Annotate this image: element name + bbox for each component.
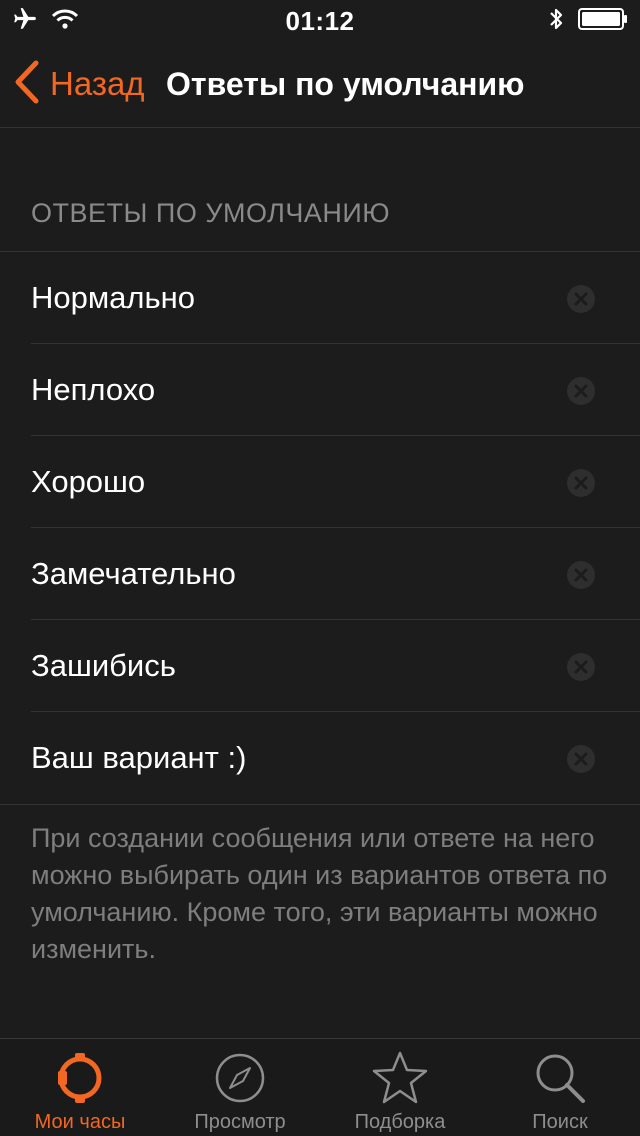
tab-featured[interactable]: Подборка <box>320 1039 480 1136</box>
tab-bar: Мои часы Просмотр Подборка Поиск <box>0 1038 640 1136</box>
clear-icon[interactable] <box>566 560 596 590</box>
search-icon <box>533 1049 587 1107</box>
reply-label[interactable]: Хорошо <box>31 464 145 500</box>
reply-row-3[interactable]: Хорошо <box>0 436 640 528</box>
footer-description: При создании сообщения или ответе на нег… <box>31 823 608 964</box>
status-right <box>548 6 628 37</box>
clear-icon[interactable] <box>566 652 596 682</box>
tab-my-watch[interactable]: Мои часы <box>0 1039 160 1136</box>
screen: 01:12 Назад Ответы по умолчанию ОТВЕТЫ П <box>0 0 640 1136</box>
tab-search[interactable]: Поиск <box>480 1039 640 1136</box>
watch-icon <box>53 1049 107 1107</box>
reply-row-6[interactable]: Ваш вариант :) <box>0 712 640 804</box>
reply-label[interactable]: Зашибись <box>31 648 176 684</box>
reply-row-5[interactable]: Зашибись <box>0 620 640 712</box>
back-label: Назад <box>50 65 145 102</box>
compass-icon <box>213 1049 267 1107</box>
clear-icon[interactable] <box>566 744 596 774</box>
back-button[interactable]: Назад <box>14 58 145 110</box>
tab-label: Подборка <box>354 1111 446 1133</box>
tab-label: Просмотр <box>194 1111 286 1133</box>
reply-label[interactable]: Нормально <box>31 280 195 316</box>
clear-icon[interactable] <box>566 468 596 498</box>
reply-row-2[interactable]: Неплохо <box>0 344 640 436</box>
replies-list: Нормально Неплохо Хорошо Замечательно За… <box>0 251 640 805</box>
chevron-left-icon <box>14 60 40 109</box>
reply-row-1[interactable]: Нормально <box>0 252 640 344</box>
tab-label: Поиск <box>532 1111 588 1133</box>
clear-icon[interactable] <box>566 284 596 314</box>
section-header: ОТВЕТЫ ПО УМОЛЧАНИЮ <box>31 198 391 228</box>
page-title: Ответы по умолчанию <box>166 66 525 102</box>
battery-icon <box>578 8 628 35</box>
reply-label[interactable]: Ваш вариант :) <box>31 740 246 776</box>
reply-label[interactable]: Замечательно <box>31 556 236 592</box>
star-icon <box>371 1049 429 1107</box>
reply-label[interactable]: Неплохо <box>31 372 155 408</box>
tab-label: Мои часы <box>34 1111 126 1133</box>
tab-browse[interactable]: Просмотр <box>160 1039 320 1136</box>
status-time: 01:12 <box>285 6 355 36</box>
reply-row-4[interactable]: Замечательно <box>0 528 640 620</box>
bluetooth-icon <box>548 6 564 37</box>
navigation-bar: Назад Ответы по умолчанию <box>0 40 640 128</box>
status-bar: 01:12 <box>0 0 640 40</box>
clear-icon[interactable] <box>566 376 596 406</box>
